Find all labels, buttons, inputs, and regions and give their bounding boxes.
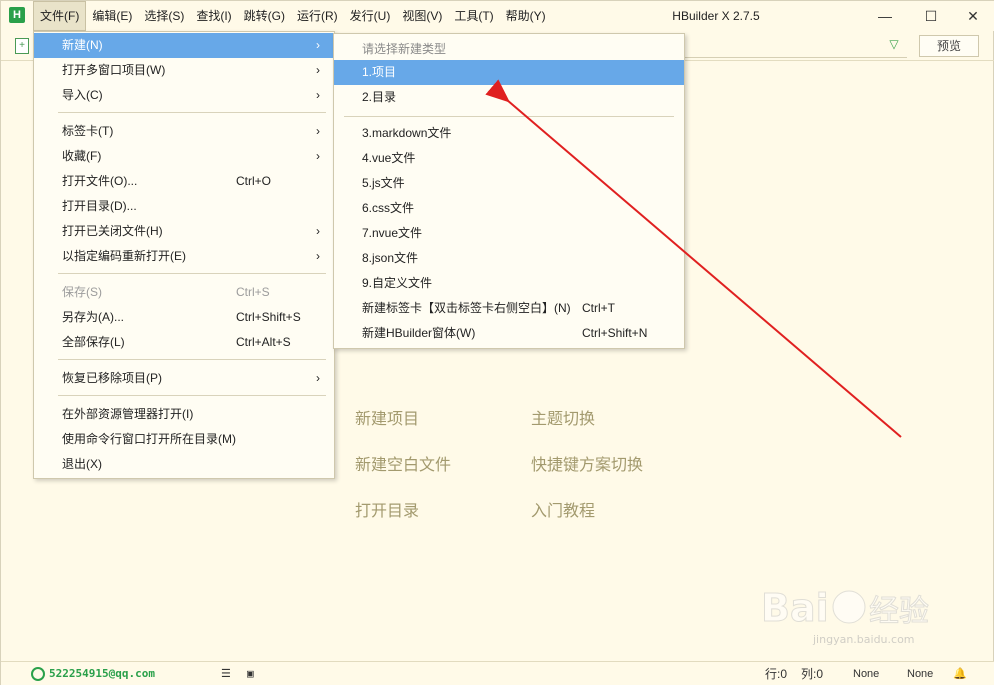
user-account[interactable]: 522254915@qq.com: [49, 662, 155, 685]
hbuilder-window: H 文件(F) 编辑(E) 选择(S) 查找(I) 跳转(G) 运行(R) 发行…: [0, 0, 994, 685]
svg-text:经验: 经验: [869, 594, 929, 629]
cursor-row: 行:0: [765, 667, 788, 681]
encoding-status[interactable]: None: [853, 662, 879, 685]
notification-bell-icon[interactable]: 🔔: [953, 662, 967, 685]
baidu-jingyan-watermark: Bai 经验 jingyan.baidu.com: [761, 586, 930, 647]
status-bar: 522254915@qq.com ☰ ▣ 行:0 列:0 None None 🔔: [1, 661, 994, 685]
user-avatar-icon[interactable]: [31, 667, 45, 681]
syntax-status[interactable]: None: [907, 662, 933, 685]
terminal-icon[interactable]: ▣: [247, 662, 254, 685]
svg-text:Bai: Bai: [761, 586, 829, 630]
outline-icon[interactable]: ☰: [221, 662, 231, 685]
cursor-col: 列:0: [801, 667, 824, 681]
svg-text:jingyan.baidu.com: jingyan.baidu.com: [812, 633, 915, 646]
